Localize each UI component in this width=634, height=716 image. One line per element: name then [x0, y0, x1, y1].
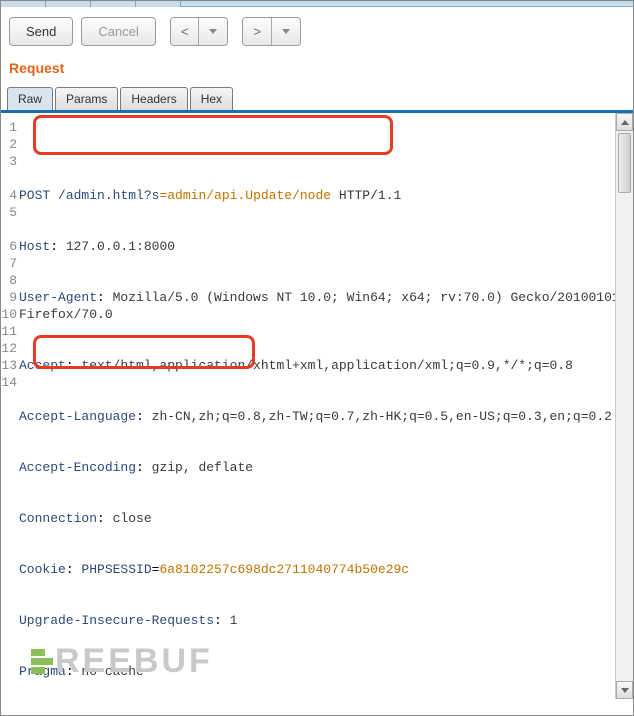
- toolbar: Send Cancel < >: [1, 7, 633, 58]
- send-button[interactable]: Send: [9, 17, 73, 46]
- chevron-down-icon: [209, 29, 217, 34]
- cancel-button[interactable]: Cancel: [81, 17, 155, 46]
- history-forward-group: >: [242, 17, 301, 46]
- history-forward-menu[interactable]: [271, 18, 300, 45]
- watermark: REEBUF: [31, 642, 213, 681]
- history-forward-button[interactable]: >: [243, 18, 271, 45]
- chevron-down-icon: [282, 29, 290, 34]
- tab-params[interactable]: Params: [55, 87, 118, 110]
- tab-raw[interactable]: Raw: [7, 87, 53, 111]
- raw-editor-wrap: 1234567891011121314 POST /admin.html?s=a…: [1, 111, 633, 699]
- annotation-box-request-line: [33, 115, 393, 155]
- scroll-thumb[interactable]: [618, 133, 631, 193]
- line-gutter: 1234567891011121314: [1, 113, 19, 699]
- chevron-up-icon: [621, 120, 629, 125]
- watermark-logo-icon: [31, 649, 53, 674]
- scroll-down-button[interactable]: [616, 681, 633, 699]
- section-title-request: Request: [1, 58, 633, 86]
- tab-headers[interactable]: Headers: [120, 87, 187, 110]
- tab-hex[interactable]: Hex: [190, 87, 233, 110]
- raw-editor[interactable]: 1234567891011121314 POST /admin.html?s=a…: [1, 113, 633, 699]
- chevron-down-icon: [621, 688, 629, 693]
- raw-code[interactable]: POST /admin.html?s=admin/api.Update/node…: [19, 113, 633, 699]
- watermark-text: REEBUF: [55, 642, 213, 681]
- history-back-button[interactable]: <: [171, 18, 199, 45]
- scroll-up-button[interactable]: [616, 113, 633, 131]
- history-back-group: <: [170, 17, 229, 46]
- request-tabs: Raw Params Headers Hex: [1, 86, 633, 111]
- vertical-scrollbar[interactable]: [615, 113, 633, 699]
- history-back-menu[interactable]: [198, 18, 227, 45]
